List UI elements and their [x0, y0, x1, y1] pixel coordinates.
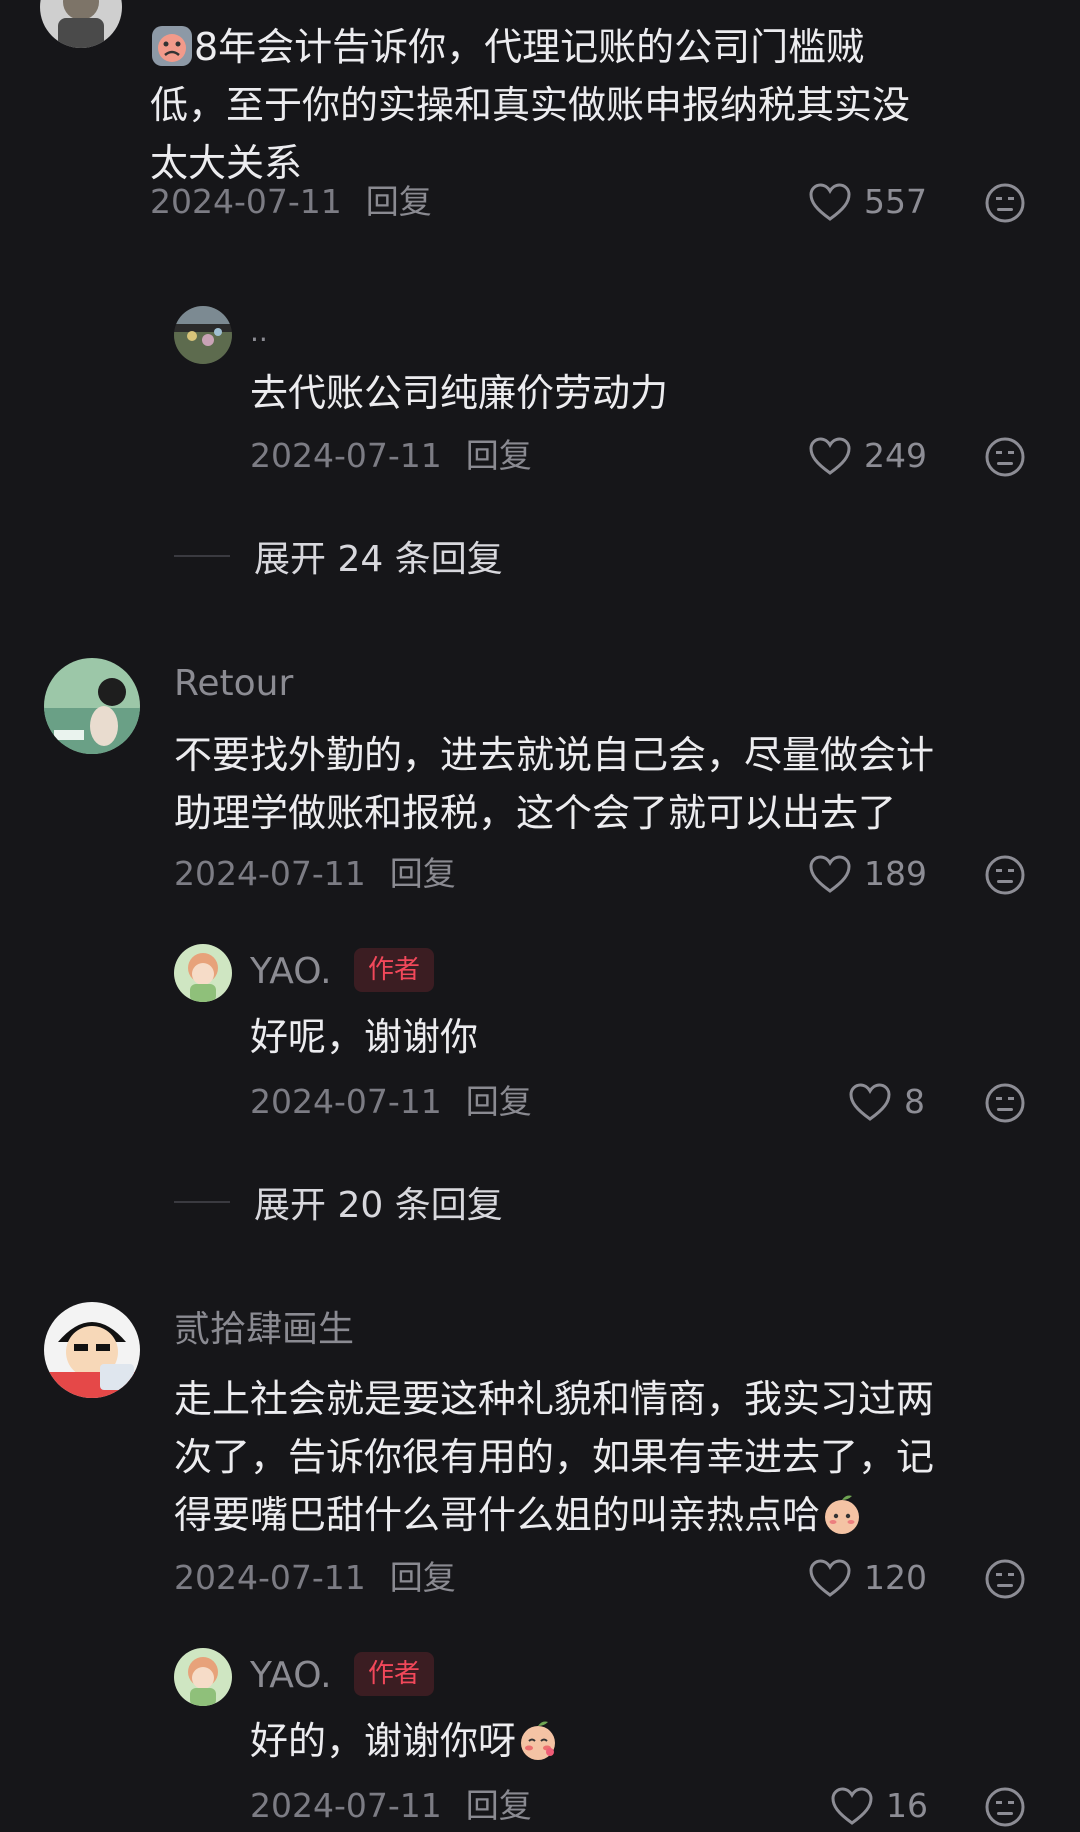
avatar[interactable]	[44, 658, 140, 754]
author-badge: 作者	[354, 1652, 435, 1696]
expand-replies-label: 展开 20 条回复	[254, 1185, 503, 1226]
like-button[interactable]: 120	[808, 1558, 927, 1598]
heart-outline-icon	[809, 1559, 851, 1597]
neutral-face-icon[interactable]	[984, 182, 1026, 224]
crying-face-icon	[152, 26, 192, 66]
like-count: 120	[864, 1558, 927, 1597]
expand-replies-button[interactable]: 展开 20 条回复	[174, 1176, 503, 1228]
avatar[interactable]	[40, 0, 122, 48]
comment-date: 2024-07-11	[250, 1082, 442, 1121]
comment-date: 2024-07-11	[174, 1558, 366, 1597]
comment-meta: 2024-07-11 回复	[250, 436, 532, 476]
like-count: 189	[864, 854, 927, 893]
heart-outline-icon	[809, 855, 851, 893]
neutral-face-icon[interactable]	[984, 436, 1026, 478]
comment-meta: 2024-07-11 回复	[174, 1558, 456, 1598]
comment-meta: 2024-07-11 回复	[250, 1786, 532, 1826]
like-count: 557	[864, 182, 927, 221]
neutral-face-icon[interactable]	[984, 1558, 1026, 1600]
like-button[interactable]: 249	[808, 436, 927, 476]
heart-outline-icon	[809, 183, 851, 221]
commenter-name[interactable]: ..	[250, 312, 268, 352]
divider	[174, 555, 230, 557]
comment-date: 2024-07-11	[250, 436, 442, 475]
avatar[interactable]	[174, 944, 232, 1002]
comment-meta: 2024-07-11 回复	[174, 854, 456, 894]
comment-meta: 2024-07-11 回复	[150, 182, 432, 222]
avatar[interactable]	[44, 1302, 140, 1398]
comment-text: 不要找外勤的，进去就说自己会，尽量做会计 助理学做账和报税，这个会了就可以出去了	[174, 733, 935, 835]
like-button[interactable]: 189	[808, 854, 927, 894]
like-count: 16	[886, 1786, 928, 1825]
like-button[interactable]: 8	[848, 1082, 925, 1122]
comment-text: 好的，谢谢你呀	[250, 1712, 560, 1770]
commenter-name[interactable]: Retour	[174, 664, 293, 704]
like-count: 249	[864, 436, 927, 475]
like-button[interactable]: 16	[830, 1786, 928, 1826]
comment-date: 2024-07-11	[150, 182, 342, 221]
comment-list: 8年会计告诉你，代理记账的公司门槛贼 低，至于你的实操和真实做账申报纳税其实没 …	[0, 0, 1080, 1832]
reply-button[interactable]: 回复	[390, 1558, 456, 1597]
neutral-face-icon[interactable]	[984, 1786, 1026, 1828]
reply-button[interactable]: 回复	[390, 854, 456, 893]
reply-button[interactable]: 回复	[466, 1786, 532, 1825]
commenter-name[interactable]: YAO.	[250, 1656, 332, 1696]
comment-date: 2024-07-11	[250, 1786, 442, 1825]
avatar[interactable]	[174, 1648, 232, 1706]
expand-replies-button[interactable]: 展开 24 条回复	[174, 530, 503, 582]
divider	[174, 1201, 230, 1203]
blushing-peach-emoji-icon	[521, 1721, 556, 1760]
neutral-face-icon[interactable]	[984, 854, 1026, 896]
commenter-name[interactable]: YAO.	[250, 952, 332, 992]
comment-text: 好呢，谢谢你	[250, 1015, 479, 1059]
reply-button[interactable]: 回复	[466, 436, 532, 475]
heart-outline-icon	[809, 437, 851, 475]
commenter-name[interactable]: 贰拾肆画生	[174, 1310, 354, 1350]
heart-outline-icon	[831, 1787, 873, 1825]
comment-date: 2024-07-11	[174, 854, 366, 893]
comment-text: 去代账公司纯廉价劳动力	[250, 371, 669, 415]
reply-button[interactable]: 回复	[366, 182, 432, 221]
avatar[interactable]	[174, 306, 232, 364]
comment-meta: 2024-07-11 回复	[250, 1082, 532, 1122]
comment-text: 走上社会就是要这种礼貌和情商，我实习过两 次了，告诉你很有用的，如果有幸进去了，…	[174, 1377, 935, 1537]
like-button[interactable]: 557	[808, 182, 927, 222]
reply-button[interactable]: 回复	[466, 1082, 532, 1121]
neutral-face-icon[interactable]	[984, 1082, 1026, 1124]
like-count: 8	[904, 1082, 925, 1121]
heart-outline-icon	[849, 1083, 891, 1121]
shy-peach-emoji-icon	[825, 1495, 860, 1534]
expand-replies-label: 展开 24 条回复	[254, 539, 503, 580]
comment-text: 8年会计告诉你，代理记账的公司门槛贼 低，至于你的实操和真实做账申报纳税其实没 …	[150, 25, 911, 185]
author-badge: 作者	[354, 948, 435, 992]
